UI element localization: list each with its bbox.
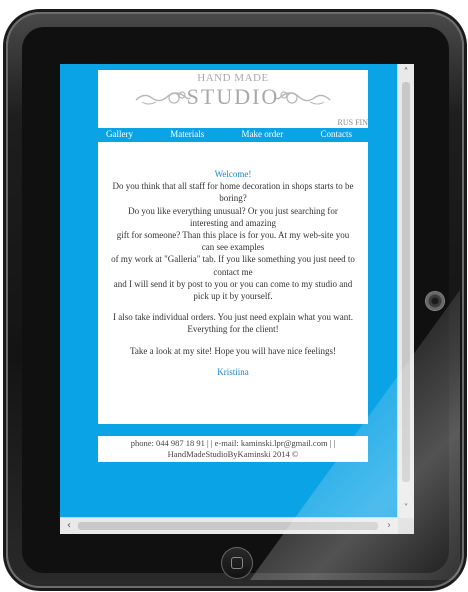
intro-line-1: Do you think that all staff for home dec… [112, 181, 354, 204]
content-box: Welcome! Do you think that all staff for… [98, 142, 368, 424]
language-switch[interactable]: RUS FIN [338, 118, 368, 127]
intro-line-3: gift for someone? Than this place is for… [116, 230, 350, 253]
individual-orders-text: I also take individual orders. You just … [113, 312, 353, 335]
home-square-icon [231, 557, 243, 569]
logo[interactable]: HAND MADE STUDIO [98, 70, 368, 120]
footer-copyright-line: HandMadeStudioByKaminski 2014 © [167, 449, 299, 459]
site-header: HAND MADE STUDIO RUS FIN [98, 70, 368, 128]
main-nav: Gallery Materials Make order Contacts [98, 128, 368, 140]
nav-item-contacts[interactable]: Contacts [320, 128, 352, 140]
nav-item-gallery[interactable]: Gallery [106, 128, 133, 140]
logo-line1: HAND MADE [197, 72, 269, 84]
intro-line-2: Do you like everything unusual? Or you j… [128, 205, 338, 228]
closing-text: Take a look at my site! Hope you will ha… [129, 345, 337, 356]
nav-item-make-order[interactable]: Make order [242, 128, 284, 140]
scroll-up-icon[interactable]: ˄ [398, 66, 414, 80]
ornament-right-icon [275, 91, 331, 105]
camera-icon [426, 292, 444, 310]
footer-contact-line: phone: 044 987 18 91 | | e-mail: kaminsk… [130, 438, 336, 448]
content-text: Welcome! Do you think that all staff for… [110, 168, 356, 378]
footer: phone: 044 987 18 91 | | e-mail: kaminsk… [98, 436, 368, 462]
home-button[interactable] [221, 547, 253, 579]
welcome-heading: Welcome! [214, 169, 252, 179]
scroll-left-icon[interactable]: ‹ [62, 518, 76, 534]
signature: Kristiina [217, 366, 249, 377]
screenshot-root: HAND MADE STUDIO RUS FIN Gallery Materia… [0, 0, 468, 592]
intro-line-5: and I will send it by post to you or you… [113, 278, 353, 302]
nav-item-materials[interactable]: Materials [170, 128, 204, 140]
intro-line-4: of my work at "Galleria" tab. If you lik… [111, 254, 355, 277]
